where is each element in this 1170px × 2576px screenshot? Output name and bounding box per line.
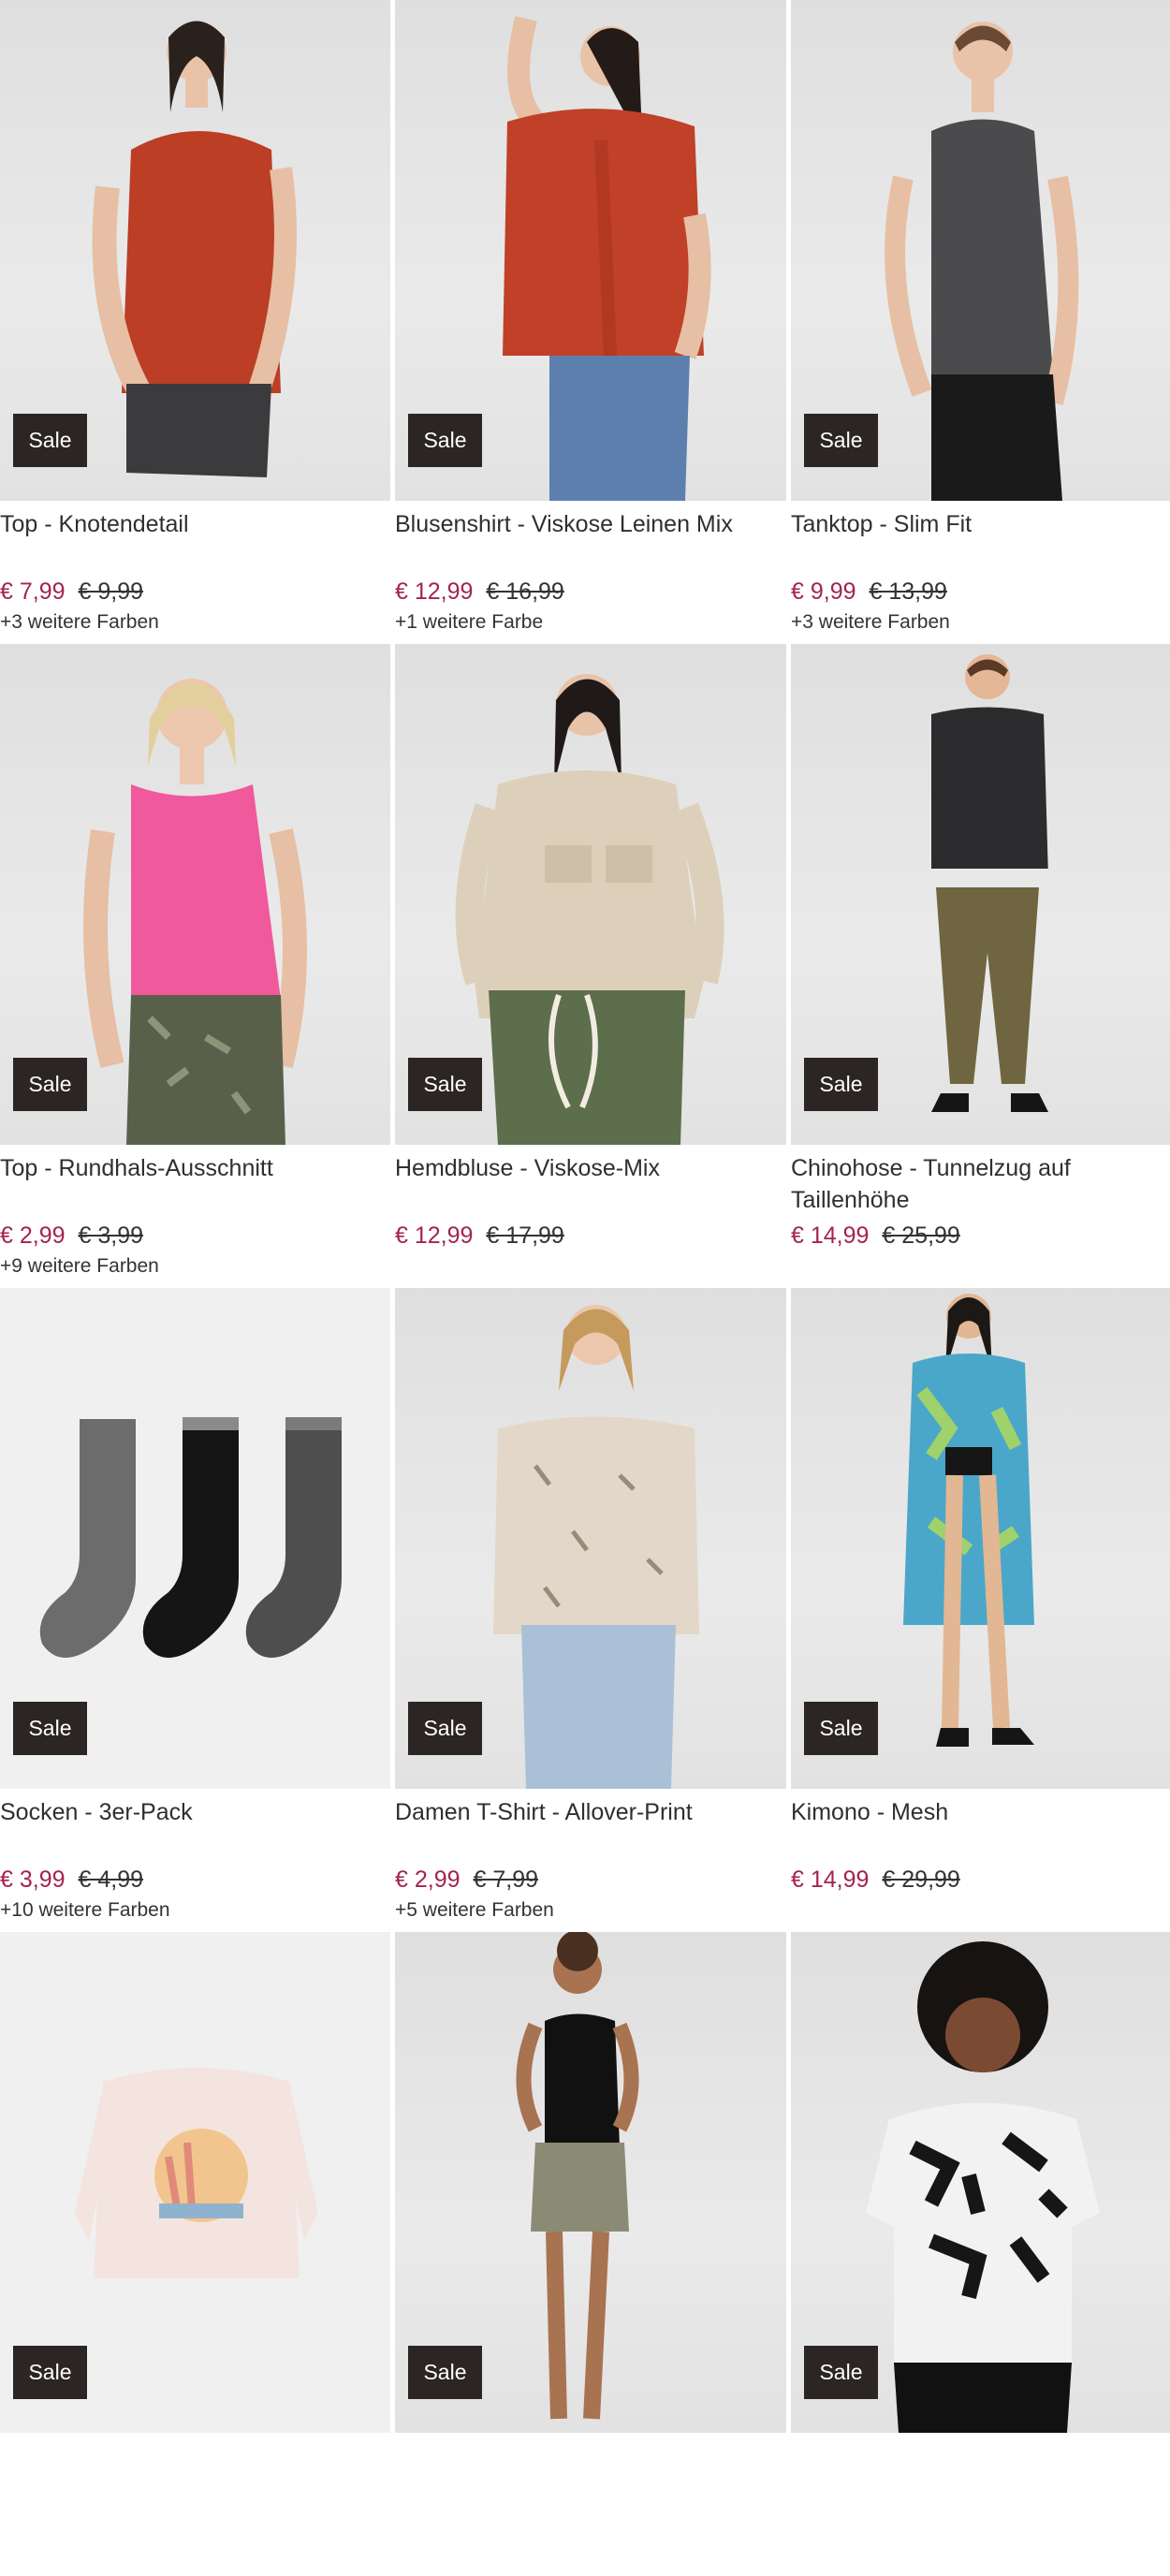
original-price: € 29,99 bbox=[882, 1866, 960, 1893]
more-colors-label[interactable]: +1 weitere Farbe bbox=[395, 609, 786, 636]
product-title[interactable]: Blusenshirt - Viskose Leinen Mix bbox=[395, 508, 786, 576]
sale-badge: Sale bbox=[408, 1702, 482, 1755]
sale-badge: Sale bbox=[13, 414, 87, 467]
sale-price: € 7,99 bbox=[0, 578, 66, 605]
sale-badge: Sale bbox=[408, 1058, 482, 1111]
sale-badge: Sale bbox=[804, 2346, 878, 2399]
sale-badge: Sale bbox=[804, 414, 878, 467]
product-image[interactable]: Sale bbox=[395, 1932, 786, 2433]
product-card[interactable]: Sale Tanktop - Slim Fit € 9,99 € 13,99 +3… bbox=[791, 0, 1170, 644]
price-row bbox=[395, 2508, 786, 2539]
original-price: € 3,99 bbox=[78, 1222, 144, 1249]
original-price: € 25,99 bbox=[882, 1222, 960, 1249]
original-price: € 4,99 bbox=[78, 1866, 144, 1893]
product-image[interactable]: Sale bbox=[395, 1288, 786, 1789]
product-card[interactable]: Sale bbox=[0, 1932, 390, 2576]
product-card[interactable]: Sale Blusenshirt - Viskose Leinen Mix € … bbox=[395, 0, 786, 644]
original-price: € 9,99 bbox=[78, 578, 144, 605]
price-row: € 3,99 € 4,99 bbox=[0, 1864, 390, 1895]
more-colors-label[interactable]: +3 weitere Farben bbox=[791, 609, 1170, 636]
original-price: € 7,99 bbox=[473, 1866, 539, 1893]
product-title[interactable]: Socken - 3er-Pack bbox=[0, 1796, 390, 1864]
product-image[interactable]: Sale bbox=[791, 1288, 1170, 1789]
original-price: € 13,99 bbox=[869, 578, 947, 605]
product-title[interactable]: Tanktop - Slim Fit bbox=[791, 508, 1170, 576]
product-image[interactable]: Sale bbox=[395, 644, 786, 1145]
product-image[interactable]: Sale bbox=[791, 1932, 1170, 2433]
product-card[interactable]: Sale Socken - 3er-Pack € 3,99 € 4,99 +10 … bbox=[0, 1288, 390, 1932]
sale-badge: Sale bbox=[408, 414, 482, 467]
sale-badge: Sale bbox=[13, 1058, 87, 1111]
price-row: € 14,99 € 25,99 bbox=[791, 1220, 1170, 1251]
product-image[interactable]: Sale bbox=[0, 0, 390, 501]
product-title[interactable]: Top - Knotendetail bbox=[0, 508, 390, 576]
product-image[interactable]: Sale bbox=[0, 1288, 390, 1789]
product-title[interactable]: Kimono - Mesh bbox=[791, 1796, 1170, 1864]
product-title[interactable]: Top - Rundhals-Ausschnitt bbox=[0, 1152, 390, 1220]
sale-price: € 9,99 bbox=[791, 578, 856, 605]
price-row bbox=[791, 2508, 1170, 2539]
sale-price: € 3,99 bbox=[0, 1866, 66, 1893]
product-card[interactable]: Sale Top - Rundhals-Ausschnitt € 2,99 € 3… bbox=[0, 644, 390, 1288]
product-image[interactable]: Sale bbox=[395, 0, 786, 501]
sale-price: € 14,99 bbox=[791, 1222, 870, 1249]
sale-badge: Sale bbox=[804, 1058, 878, 1111]
price-row: € 2,99 € 3,99 bbox=[0, 1220, 390, 1251]
product-card[interactable]: Sale Top - Knotendetail € 7,99 € 9,99 +3 … bbox=[0, 0, 390, 644]
price-row: € 2,99 € 7,99 bbox=[395, 1864, 786, 1895]
product-card[interactable]: Sale Kimono - Mesh € 14,99 € 29,99 bbox=[791, 1288, 1170, 1932]
sale-price: € 2,99 bbox=[0, 1222, 66, 1249]
product-title[interactable] bbox=[791, 2440, 1170, 2508]
price-row: € 12,99 € 17,99 bbox=[395, 1220, 786, 1251]
product-card[interactable]: Sale Hemdbluse - Viskose-Mix € 12,99 € 17… bbox=[395, 644, 786, 1288]
sale-price: € 2,99 bbox=[395, 1866, 461, 1893]
sale-badge: Sale bbox=[13, 1702, 87, 1755]
product-image[interactable]: Sale bbox=[0, 644, 390, 1145]
product-title[interactable]: Chinohose - Tunnelzug auf Taillenhöhe bbox=[791, 1152, 1170, 1220]
product-image[interactable]: Sale bbox=[791, 644, 1170, 1145]
sale-price: € 12,99 bbox=[395, 578, 474, 605]
product-image[interactable]: Sale bbox=[0, 1932, 390, 2433]
product-card[interactable]: Sale Damen T-Shirt - Allover-Print € 2,9… bbox=[395, 1288, 786, 1932]
product-title[interactable] bbox=[395, 2440, 786, 2508]
product-card[interactable]: Sale bbox=[395, 1932, 786, 2576]
product-image[interactable]: Sale bbox=[791, 0, 1170, 501]
price-row bbox=[0, 2508, 390, 2539]
price-row: € 14,99 € 29,99 bbox=[791, 1864, 1170, 1895]
more-colors-label[interactable]: +5 weitere Farben bbox=[395, 1897, 786, 1924]
more-colors-label[interactable]: +3 weitere Farben bbox=[0, 609, 390, 636]
product-title[interactable]: Hemdbluse - Viskose-Mix bbox=[395, 1152, 786, 1220]
sale-badge: Sale bbox=[408, 2346, 482, 2399]
sale-price: € 14,99 bbox=[791, 1866, 870, 1893]
price-row: € 12,99 € 16,99 bbox=[395, 576, 786, 607]
sale-price: € 12,99 bbox=[395, 1222, 474, 1249]
more-colors-label[interactable]: +10 weitere Farben bbox=[0, 1897, 390, 1924]
sale-badge: Sale bbox=[13, 2346, 87, 2399]
price-row: € 9,99 € 13,99 bbox=[791, 576, 1170, 607]
product-grid: Sale Top - Knotendetail € 7,99 € 9,99 +3 … bbox=[0, 0, 1170, 2576]
price-row: € 7,99 € 9,99 bbox=[0, 576, 390, 607]
original-price: € 17,99 bbox=[486, 1222, 564, 1249]
product-title[interactable]: Damen T-Shirt - Allover-Print bbox=[395, 1796, 786, 1864]
product-title[interactable] bbox=[0, 2440, 390, 2508]
original-price: € 16,99 bbox=[486, 578, 564, 605]
more-colors-label[interactable]: +9 weitere Farben bbox=[0, 1253, 390, 1280]
sale-badge: Sale bbox=[804, 1702, 878, 1755]
product-card[interactable]: Sale bbox=[791, 1932, 1170, 2576]
product-card[interactable]: Sale Chinohose - Tunnelzug auf Taillenhö… bbox=[791, 644, 1170, 1288]
